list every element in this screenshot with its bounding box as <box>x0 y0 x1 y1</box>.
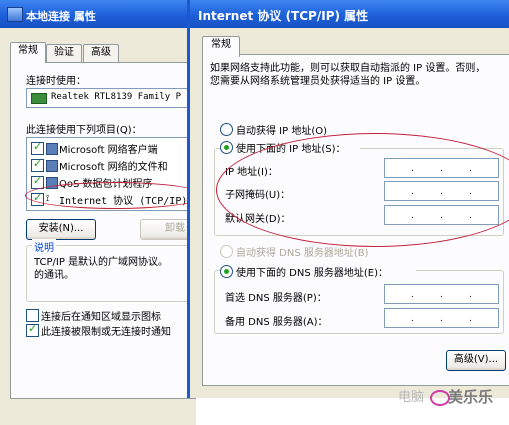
local-dialog-titlebar[interactable]: 本地连接 属性 <box>0 0 196 28</box>
local-dialog-title: 本地连接 属性 <box>26 10 96 23</box>
auto-ip-radio[interactable] <box>220 123 233 136</box>
watermark-text: 美乐乐 <box>448 388 494 406</box>
tcpip-dialog-titlebar[interactable]: Internet 协议 (TCP/IP) 属性 <box>190 0 509 28</box>
octet-separator: . <box>411 290 414 300</box>
notify-option[interactable]: 此连接被限制或无连接时通知 <box>26 322 196 338</box>
auto-dns-label: 自动获得 DNS 服务器地址(B) <box>236 248 369 259</box>
adapter-field: Realtek RTL8139 Family P <box>26 88 196 108</box>
description-group-label: 说明 <box>32 239 56 254</box>
intro-line-2: 您需要从网络系统管理员处获得适当的 IP 设置。 <box>210 76 426 87</box>
preferred-dns-input[interactable]: . . . <box>384 284 499 304</box>
auto-dns-option[interactable]: 自动获得 DNS 服务器地址(B) <box>220 244 400 259</box>
network-connection-icon <box>7 7 23 22</box>
show-icon-label: 连接后在通知区域显示图标 <box>41 312 161 323</box>
description-line-2: 的通讯。 <box>34 270 74 281</box>
item-checkbox[interactable] <box>31 157 44 172</box>
manual-dns-option[interactable]: 使用下面的 DNS 服务器地址(E)： <box>220 264 416 279</box>
intro-line-1: 如果网络支持此功能，则可以获取自动指派的 IP 设置。否则， <box>210 63 486 74</box>
manual-dns-radio[interactable] <box>220 265 233 278</box>
connect-using-label: 连接时使用： <box>26 76 86 87</box>
tcpip-dialog-title: Internet 协议 (TCP/IP) 属性 <box>198 9 369 23</box>
local-connection-dialog: 本地连接 属性 常规 验证 高级 连接时使用： Realtek RTL8139 … <box>0 0 196 425</box>
octet-separator: . <box>440 290 443 300</box>
adapter-name: Realtek RTL8139 Family P <box>51 92 182 102</box>
show-icon-option[interactable]: 连接后在通知区域显示图标 <box>26 308 196 323</box>
octet-separator: . <box>469 290 472 300</box>
alternate-dns-input[interactable]: . . . <box>384 308 499 328</box>
watermark-faint-text: 电脑 <box>398 390 425 405</box>
manual-dns-label: 使用下面的 DNS 服务器地址(E)： <box>236 268 389 279</box>
items-label: 此连接使用下列项目(Q)： <box>26 125 142 136</box>
advanced-button[interactable]: 高级(V)... <box>446 350 506 371</box>
tab-general[interactable]: 常规 <box>10 42 46 63</box>
tcpip-properties-dialog: Internet 协议 (TCP/IP) 属性 常规 如果网络支持此功能，则可以… <box>187 0 509 398</box>
description-line-1: TCP/IP 是默认的广域网协议。 <box>34 257 169 268</box>
tab-authentication[interactable]: 验证 <box>46 44 82 62</box>
service-icon <box>46 160 58 172</box>
network-card-icon <box>31 93 47 104</box>
tab-general[interactable]: 常规 <box>202 36 240 57</box>
watermark-logo-icon <box>430 390 450 406</box>
manual-ip-radio[interactable] <box>220 141 233 154</box>
item-label: Microsoft 网络客户端 <box>59 145 158 156</box>
install-button[interactable]: 安装(N)... <box>26 219 96 240</box>
notify-checkbox[interactable] <box>26 322 39 337</box>
preferred-dns-label: 首选 DNS 服务器(P)： <box>225 293 327 304</box>
show-icon-checkbox[interactable] <box>26 309 39 322</box>
item-label: Microsoft 网络的文件和 <box>59 162 168 173</box>
notify-label: 此连接被限制或无连接时通知 <box>41 327 171 338</box>
octet-separator: . <box>440 314 443 324</box>
tab-advanced[interactable]: 高级 <box>83 44 119 62</box>
item-checkbox[interactable] <box>31 140 44 155</box>
auto-ip-label: 自动获得 IP 地址(O) <box>236 126 328 137</box>
highlight-ellipse <box>25 182 196 209</box>
octet-separator: . <box>469 314 472 324</box>
auto-dns-radio[interactable] <box>220 245 233 258</box>
octet-separator: . <box>411 314 414 324</box>
client-icon <box>46 143 58 155</box>
alternate-dns-label: 备用 DNS 服务器(A)： <box>225 317 328 328</box>
